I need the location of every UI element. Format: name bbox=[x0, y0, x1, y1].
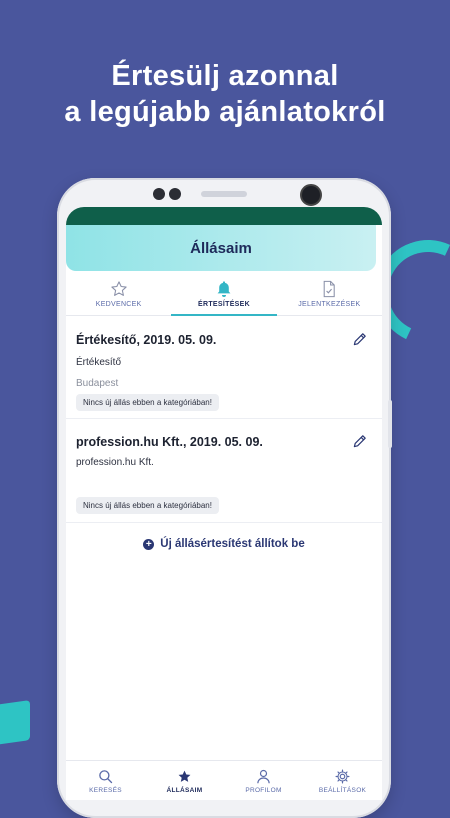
nav-search[interactable]: KERESÉS bbox=[66, 761, 145, 800]
sensor-icon bbox=[153, 188, 165, 200]
tab-favorites[interactable]: KEDVENCEK bbox=[66, 279, 171, 315]
star-outline-icon bbox=[110, 280, 128, 298]
new-alert-button[interactable]: + Új állásértesítést állítok be bbox=[66, 538, 382, 550]
plus-circle-icon: + bbox=[143, 538, 155, 550]
page-title: Állásaim bbox=[190, 239, 252, 257]
star-icon bbox=[177, 768, 192, 784]
status-badge: Nincs új állás ebben a kategóriában! bbox=[76, 394, 219, 411]
headline-line-2: a legújabb ajánlatokról bbox=[64, 96, 386, 128]
document-check-icon bbox=[321, 280, 337, 298]
status-badge: Nincs új állás ebben a kategóriában! bbox=[76, 497, 219, 514]
speaker-grille bbox=[201, 191, 247, 197]
alert-card[interactable]: Értékesítő, 2019. 05. 09. Értékesítő Bud… bbox=[66, 317, 382, 419]
front-camera-icon bbox=[300, 184, 322, 206]
nav-label: BEÁLLÍTÁSOK bbox=[318, 787, 367, 794]
alert-card[interactable]: profession.hu Kft., 2019. 05. 09. profes… bbox=[66, 419, 382, 523]
nav-label: KERESÉS bbox=[89, 787, 122, 794]
nav-settings[interactable]: BEÁLLÍTÁSOK bbox=[303, 761, 382, 800]
alert-title: Értékesítő, 2019. 05. 09. bbox=[76, 333, 217, 347]
phone-side-button bbox=[388, 400, 392, 448]
app-screen: Állásaim KEDVENCEK ÉRTESÍTÉSEK JELENTKEZ… bbox=[66, 207, 382, 800]
bell-icon bbox=[216, 280, 232, 298]
gear-icon bbox=[335, 768, 350, 784]
tab-applications[interactable]: JELENTKEZÉSEK bbox=[277, 279, 382, 315]
headline: Értesülj azonnal a legújabb ajánlatokról bbox=[0, 58, 450, 130]
tab-notifications[interactable]: ÉRTESÍTÉSEK bbox=[171, 279, 277, 316]
search-icon bbox=[98, 768, 113, 784]
alert-subtitle: Értékesítő bbox=[76, 357, 122, 368]
tab-label: KEDVENCEK bbox=[95, 301, 142, 308]
sensor-icon bbox=[169, 188, 181, 200]
decorative-stripe bbox=[0, 700, 30, 750]
page-header: Állásaim bbox=[66, 225, 376, 271]
tab-bar: KEDVENCEK ÉRTESÍTÉSEK JELENTKEZÉSEK bbox=[66, 279, 382, 316]
status-bar bbox=[66, 207, 382, 225]
nav-label: PROFILOM bbox=[245, 787, 282, 794]
alert-subtitle: profession.hu Kft. bbox=[76, 457, 154, 468]
tab-label: JELENTKEZÉSEK bbox=[298, 301, 361, 308]
nav-profile[interactable]: PROFILOM bbox=[224, 761, 303, 800]
edit-icon[interactable] bbox=[352, 433, 368, 449]
nav-label: ÁLLÁSAIM bbox=[166, 787, 203, 794]
edit-icon[interactable] bbox=[352, 331, 368, 347]
bottom-navigation: KERESÉS ÁLLÁSAIM PROFILOM BEÁLLÍTÁSOK bbox=[66, 760, 382, 800]
alert-location: Budapest bbox=[76, 378, 119, 389]
tab-label: ÉRTESÍTÉSEK bbox=[198, 301, 250, 308]
headline-line-1: Értesülj azonnal bbox=[111, 60, 339, 92]
new-alert-label: Új állásértesítést állítok be bbox=[160, 538, 305, 550]
alert-title: profession.hu Kft., 2019. 05. 09. bbox=[76, 435, 263, 449]
user-icon bbox=[256, 768, 271, 784]
nav-my-jobs[interactable]: ÁLLÁSAIM bbox=[145, 761, 224, 800]
